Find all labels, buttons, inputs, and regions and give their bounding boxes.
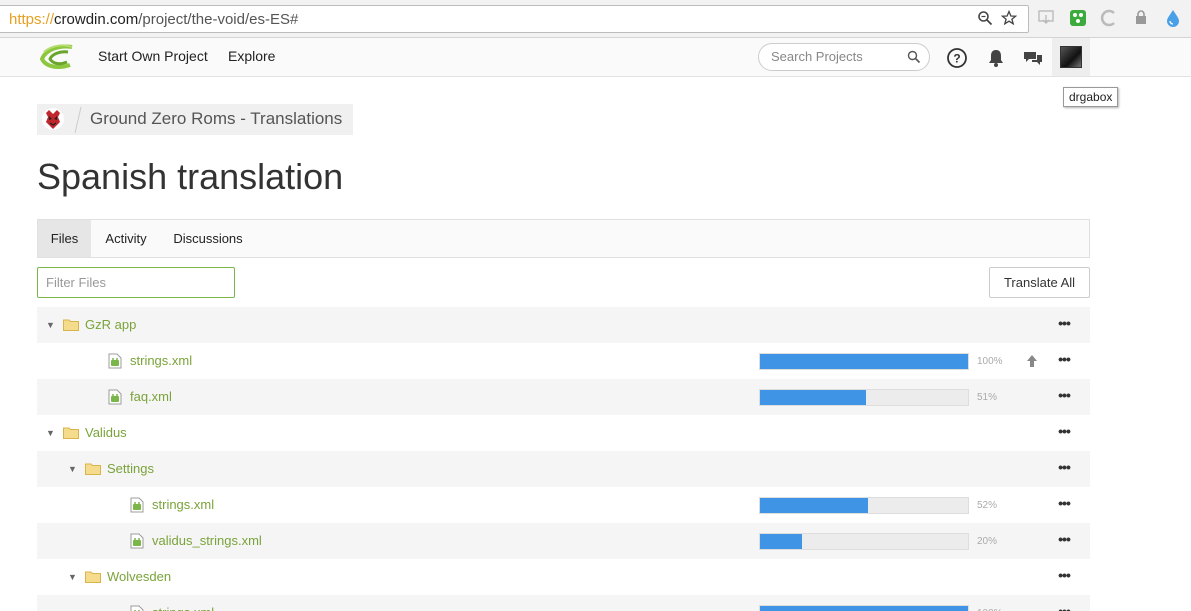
- collapse-caret-icon[interactable]: ▼: [68, 572, 78, 582]
- file-row[interactable]: strings.xml 52% •••: [37, 487, 1090, 523]
- project-logo[interactable]: [39, 106, 67, 133]
- breadcrumb-separator: [74, 106, 82, 134]
- url-text[interactable]: https://crowdin.com/project/the-void/es-…: [9, 11, 298, 28]
- translation-progress-bar: [759, 533, 969, 550]
- folder-row[interactable]: ▼ GzR app •••: [37, 307, 1090, 343]
- folder-row[interactable]: ▼ Validus •••: [37, 415, 1090, 451]
- file-name[interactable]: strings.xml: [130, 353, 192, 368]
- progress-percent: 100%: [977, 356, 1003, 367]
- progress-percent: 52%: [977, 500, 998, 511]
- android-file-icon: [108, 353, 122, 369]
- translate-all-button[interactable]: Translate All: [989, 267, 1090, 298]
- more-options-icon[interactable]: •••: [1055, 387, 1073, 407]
- android-file-icon: [130, 497, 144, 513]
- file-name[interactable]: validus_strings.xml: [152, 533, 262, 548]
- collapse-caret-icon[interactable]: ▼: [46, 320, 56, 330]
- folder-icon: [63, 427, 79, 439]
- url-path: /project/the-void/es-ES#: [138, 11, 299, 28]
- translation-progress-bar: [759, 605, 969, 611]
- file-tree: ▼ GzR app ••• strings.xml 100% ••• faq.xml 51% •…: [37, 307, 1090, 611]
- progress-fill: [760, 498, 868, 513]
- collapse-caret-icon[interactable]: ▼: [68, 464, 78, 474]
- tab-bar: Files Activity Discussions: [37, 219, 1090, 258]
- more-options-icon[interactable]: •••: [1055, 531, 1073, 551]
- user-tooltip: drgabox: [1063, 87, 1119, 107]
- url-protocol: https://: [9, 11, 55, 28]
- more-options-icon[interactable]: •••: [1055, 351, 1073, 371]
- drop-extension-icon[interactable]: [1163, 9, 1183, 29]
- folder-name[interactable]: Wolvesden: [107, 569, 171, 584]
- more-options-icon[interactable]: •••: [1055, 567, 1073, 587]
- c-extension-icon[interactable]: [1099, 9, 1119, 29]
- progress-fill: [760, 354, 968, 369]
- more-options-icon[interactable]: •••: [1055, 459, 1073, 479]
- avatar[interactable]: [1060, 46, 1082, 68]
- more-options-icon[interactable]: •••: [1055, 495, 1073, 515]
- search-box[interactable]: [758, 43, 930, 71]
- progress-percent: 20%: [977, 536, 998, 547]
- filter-files-input[interactable]: [46, 275, 226, 290]
- folder-name[interactable]: Settings: [107, 461, 154, 476]
- bell-icon[interactable]: [985, 47, 1007, 69]
- file-row[interactable]: faq.xml 51% •••: [37, 379, 1090, 415]
- green-extension-icon[interactable]: [1068, 9, 1088, 29]
- zoom-icon[interactable]: [975, 10, 995, 30]
- nav-explore[interactable]: Explore: [228, 48, 275, 64]
- page-title: Spanish translation: [37, 156, 344, 197]
- filter-box[interactable]: [37, 267, 235, 298]
- address-bar[interactable]: https://crowdin.com/project/the-void/es-…: [0, 5, 1029, 33]
- folder-icon: [85, 571, 101, 583]
- lock-icon[interactable]: [1131, 9, 1151, 29]
- download-extension-icon[interactable]: [1036, 9, 1056, 29]
- crowdin-logo[interactable]: [38, 43, 76, 71]
- folder-icon: [63, 319, 79, 331]
- tab-files[interactable]: Files: [38, 220, 91, 257]
- file-name[interactable]: strings.xml: [152, 605, 214, 611]
- breadcrumb-project-link[interactable]: Ground Zero Roms - Translations: [90, 109, 342, 129]
- more-options-icon[interactable]: •••: [1055, 315, 1073, 335]
- android-file-icon: [130, 533, 144, 549]
- tab-activity[interactable]: Activity: [91, 220, 161, 257]
- upload-arrow-icon[interactable]: [1025, 354, 1039, 368]
- file-row[interactable]: validus_strings.xml 20% •••: [37, 523, 1090, 559]
- more-options-icon[interactable]: •••: [1055, 423, 1073, 443]
- progress-fill: [760, 390, 866, 405]
- collapse-caret-icon[interactable]: ▼: [46, 428, 56, 438]
- url-domain: crowdin.com: [54, 11, 139, 28]
- file-row[interactable]: strings.xml100%•••: [37, 595, 1090, 611]
- android-file-icon: [108, 389, 122, 405]
- user-menu[interactable]: [1052, 38, 1090, 76]
- svg-text:?: ?: [953, 52, 960, 66]
- file-row[interactable]: strings.xml 100% •••: [37, 343, 1090, 379]
- browser-toolbar: https://crowdin.com/project/the-void/es-…: [0, 0, 1191, 38]
- bookmark-star-icon[interactable]: [999, 9, 1019, 30]
- messages-icon[interactable]: [1022, 47, 1044, 69]
- file-name[interactable]: strings.xml: [152, 497, 214, 512]
- file-name[interactable]: faq.xml: [130, 389, 172, 404]
- translation-progress-bar: [759, 353, 969, 370]
- translation-progress-bar: [759, 497, 969, 514]
- folder-icon: [85, 463, 101, 475]
- progress-percent: 51%: [977, 392, 998, 403]
- progress-fill: [760, 606, 968, 611]
- folder-row[interactable]: ▼ Wolvesden •••: [37, 559, 1090, 595]
- search-input[interactable]: [771, 49, 901, 64]
- folder-row[interactable]: ▼ Settings •••: [37, 451, 1090, 487]
- site-header: Start Own Project Explore ?: [0, 38, 1191, 77]
- help-icon[interactable]: ?: [946, 47, 968, 69]
- folder-name[interactable]: Validus: [85, 425, 127, 440]
- android-file-icon: [130, 605, 144, 611]
- more-options-icon[interactable]: •••: [1055, 603, 1073, 611]
- nav-start-own-project[interactable]: Start Own Project: [98, 48, 208, 64]
- breadcrumb: Ground Zero Roms - Translations: [37, 104, 353, 135]
- tab-discussions[interactable]: Discussions: [163, 220, 253, 257]
- progress-fill: [760, 534, 802, 549]
- search-icon[interactable]: [907, 50, 921, 64]
- folder-name[interactable]: GzR app: [85, 317, 136, 332]
- translation-progress-bar: [759, 389, 969, 406]
